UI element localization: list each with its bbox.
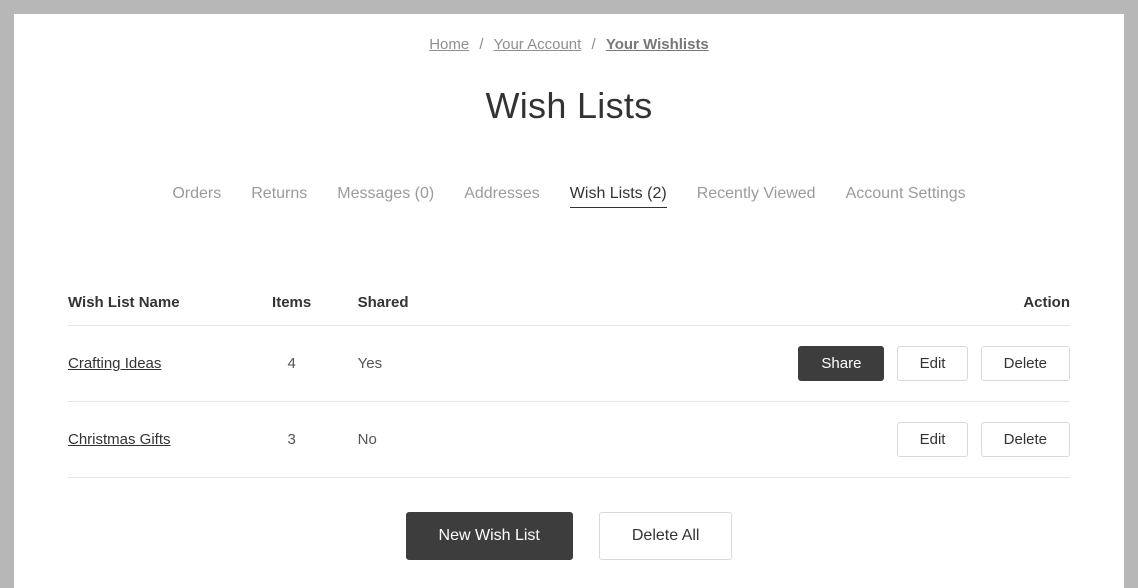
breadcrumb-current: Your Wishlists <box>606 36 709 53</box>
breadcrumb-separator: / <box>479 36 483 53</box>
col-header-name: Wish List Name <box>68 294 232 326</box>
new-wish-list-button[interactable]: New Wish List <box>406 512 573 560</box>
wishlist-item-count: 3 <box>232 402 352 478</box>
table-row: Crafting Ideas 4 Yes Share Edit Delete <box>68 326 1070 402</box>
delete-button[interactable]: Delete <box>981 422 1070 457</box>
tab-addresses[interactable]: Addresses <box>464 185 540 208</box>
wishlist-item-count: 4 <box>232 326 352 402</box>
edit-button[interactable]: Edit <box>897 422 969 457</box>
wishlist-table: Wish List Name Items Shared Action Craft… <box>68 294 1070 478</box>
share-button[interactable]: Share <box>798 346 884 381</box>
footer-actions: New Wish List Delete All <box>68 512 1070 560</box>
page-title: Wish Lists <box>68 85 1070 127</box>
breadcrumb-your-account[interactable]: Your Account <box>493 36 581 53</box>
delete-all-button[interactable]: Delete All <box>599 512 733 560</box>
delete-button[interactable]: Delete <box>981 346 1070 381</box>
wishlist-shared-value: Yes <box>352 326 672 402</box>
col-header-shared: Shared <box>352 294 672 326</box>
tab-account-settings[interactable]: Account Settings <box>846 185 966 208</box>
col-header-action: Action <box>672 294 1070 326</box>
wishlist-shared-value: No <box>352 402 672 478</box>
tab-wish-lists[interactable]: Wish Lists (2) <box>570 185 667 208</box>
page-container: Home / Your Account / Your Wishlists Wis… <box>14 14 1124 588</box>
tab-recently-viewed[interactable]: Recently Viewed <box>697 185 816 208</box>
breadcrumb-separator: / <box>592 36 596 53</box>
wishlist-name-link[interactable]: Christmas Gifts <box>68 431 171 448</box>
table-row: Christmas Gifts 3 No Edit Delete <box>68 402 1070 478</box>
account-tabs: Orders Returns Messages (0) Addresses Wi… <box>68 185 1070 208</box>
tab-orders[interactable]: Orders <box>172 185 221 208</box>
tab-returns[interactable]: Returns <box>251 185 307 208</box>
col-header-items: Items <box>232 294 352 326</box>
edit-button[interactable]: Edit <box>897 346 969 381</box>
table-header-row: Wish List Name Items Shared Action <box>68 294 1070 326</box>
wishlist-name-link[interactable]: Crafting Ideas <box>68 355 161 372</box>
breadcrumb: Home / Your Account / Your Wishlists <box>68 36 1070 53</box>
tab-messages[interactable]: Messages (0) <box>337 185 434 208</box>
breadcrumb-home[interactable]: Home <box>429 36 469 53</box>
